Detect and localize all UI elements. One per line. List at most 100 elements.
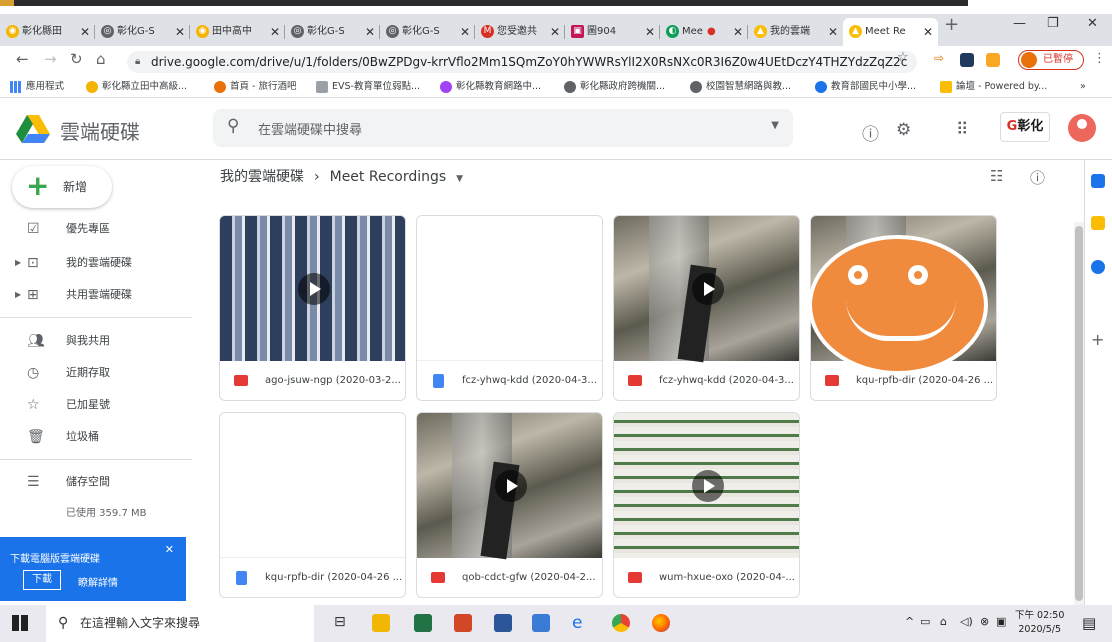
back-icon[interactable]: ← xyxy=(16,50,29,68)
file-card[interactable]: wum-hxue-oxo (2020-04-... xyxy=(613,412,800,598)
file-card[interactable]: qob-cdct-gfw (2020-04-2... xyxy=(416,412,603,598)
folder-menu-icon[interactable]: ▼ xyxy=(456,174,463,184)
input-method-icon[interactable]: ▣ xyxy=(996,615,1006,628)
nav-storage[interactable]: ☰ 儲存空間 xyxy=(0,468,205,496)
bookmark-apps[interactable]: 應用程式 xyxy=(10,80,64,94)
expand-arrow-icon[interactable]: ▶ xyxy=(15,281,21,309)
list-view-icon[interactable]: ☷ xyxy=(990,167,1003,185)
reload-icon[interactable]: ↻ xyxy=(70,50,83,68)
bookmark-item[interactable]: 教育部國民中小學... xyxy=(815,80,916,94)
file-explorer-icon[interactable] xyxy=(372,614,390,632)
edge-icon[interactable]: e xyxy=(572,614,590,632)
bookmark-star-icon[interactable]: ☆ xyxy=(897,50,909,65)
tray-overflow-icon[interactable]: ^ xyxy=(905,615,914,628)
new-tab-button[interactable]: + xyxy=(944,14,959,35)
drive-brand[interactable]: 雲端硬碟 xyxy=(60,116,140,145)
browser-tab[interactable]: M 您受邀共 ✕ xyxy=(475,18,565,46)
close-window-icon[interactable]: ✕ xyxy=(1087,16,1098,31)
close-tab-icon[interactable]: ✕ xyxy=(828,18,838,46)
restore-icon[interactable]: ❐ xyxy=(1047,16,1059,31)
google-apps-icon[interactable]: ⠿ xyxy=(956,120,968,140)
excel-icon[interactable] xyxy=(414,614,432,632)
browser-tab[interactable]: ◎ 彰化G-S ✕ xyxy=(285,18,380,46)
file-card[interactable]: ago-jsuw-ngp (2020-03-2... xyxy=(219,215,406,401)
drive-logo-icon[interactable] xyxy=(16,115,50,143)
settings-gear-icon[interactable]: ⚙ xyxy=(896,120,911,140)
breadcrumb-root[interactable]: 我的雲端硬碟 xyxy=(220,169,304,185)
bookmarks-overflow-icon[interactable]: » xyxy=(1080,80,1086,94)
new-button[interactable]: + 新增 xyxy=(12,166,112,208)
nav-starred[interactable]: ☆ 已加星號 xyxy=(0,391,205,419)
drive-search-bar[interactable]: ⚲ 在雲端硬碟中搜尋 ▼ xyxy=(213,109,793,147)
browser-tab[interactable]: ▲ 我的雲端 ✕ xyxy=(748,18,843,46)
browser-tab[interactable]: ▣ 圖904 ✕ xyxy=(565,18,660,46)
browser-tab[interactable]: ◎ 彰化G-S ✕ xyxy=(95,18,190,46)
word-icon[interactable] xyxy=(494,614,512,632)
bookmark-item[interactable]: 彰化縣政府跨機關... xyxy=(564,80,665,94)
search-options-icon[interactable]: ▼ xyxy=(771,120,779,131)
nav-shared-with-me[interactable]: 👥︎ 與我共用 xyxy=(0,327,205,355)
bookmark-item[interactable]: 彰化縣立田中高級... xyxy=(86,80,187,94)
browser-tab-active[interactable]: ▲ Meet Re ✕ xyxy=(843,18,938,46)
browser-menu-icon[interactable]: ⋮ xyxy=(1093,51,1106,66)
close-promo-icon[interactable]: ✕ xyxy=(165,543,174,556)
details-info-icon[interactable]: ⓘ xyxy=(1030,167,1045,188)
bookmark-item[interactable]: 首頁 - 旅行酒吧 xyxy=(214,80,296,94)
taskbar-clock[interactable]: 下午 02:50 2020/5/5 xyxy=(1015,609,1064,637)
nav-my-drive[interactable]: ▶ ⊡ 我的雲端硬碟 xyxy=(0,249,205,277)
home-icon[interactable]: ⌂ xyxy=(96,50,106,68)
breadcrumb-current[interactable]: Meet Recordings xyxy=(330,169,447,185)
bookmark-item[interactable]: 校園智慧網路與教... xyxy=(690,80,791,94)
tasks-icon[interactable] xyxy=(1091,260,1105,274)
file-card[interactable]: kqu-rpfb-dir (2020-04-26 ... xyxy=(219,412,406,598)
extension-icon[interactable] xyxy=(960,53,974,67)
minimize-icon[interactable]: — xyxy=(1013,16,1026,31)
close-tab-icon[interactable]: ✕ xyxy=(175,18,185,46)
file-card[interactable]: fcz-yhwq-kdd (2020-04-3... xyxy=(416,215,603,401)
browser-tab[interactable]: ◉ 彰化縣田 ✕ xyxy=(0,18,95,46)
learn-more-link[interactable]: 瞭解詳情 xyxy=(78,574,118,589)
bookmark-item[interactable]: 彰化縣教育網路中... xyxy=(440,80,541,94)
close-tab-icon[interactable]: ✕ xyxy=(645,18,655,46)
close-tab-icon[interactable]: ✕ xyxy=(550,18,560,46)
firefox-icon[interactable] xyxy=(652,614,670,632)
nav-shared-drives[interactable]: ▶ ⊞ 共用雲端硬碟 xyxy=(0,281,205,309)
extension-icon[interactable]: ⇨ xyxy=(934,51,948,65)
close-tab-icon[interactable]: ✕ xyxy=(460,18,470,46)
account-avatar[interactable] xyxy=(1068,114,1096,142)
close-tab-icon[interactable]: ✕ xyxy=(365,18,375,46)
windows-start-icon[interactable] xyxy=(12,615,28,631)
volume-icon[interactable]: ◁) xyxy=(960,615,973,628)
task-view-icon[interactable]: ⊟ xyxy=(334,614,352,632)
battery-icon[interactable]: ▭ xyxy=(920,615,930,628)
file-card[interactable]: fcz-yhwq-kdd (2020-04-3... xyxy=(613,215,800,401)
calendar-icon[interactable] xyxy=(1091,174,1105,188)
chrome-icon[interactable] xyxy=(612,614,630,632)
bookmark-item[interactable]: 論壇 - Powered by... xyxy=(940,80,1047,94)
browser-tab[interactable]: ◐ Mee ● ✕ xyxy=(660,18,748,46)
nav-trash[interactable]: 🗑︎ 垃圾桶 xyxy=(0,423,205,451)
download-button[interactable]: 下載 xyxy=(23,570,61,590)
close-tab-icon[interactable]: ✕ xyxy=(80,18,90,46)
close-tab-icon[interactable]: ✕ xyxy=(270,18,280,46)
search-icon[interactable]: ⚲ xyxy=(227,116,239,136)
action-center-icon[interactable]: ▤ xyxy=(1082,614,1096,632)
search-input[interactable]: 在雲端硬碟中搜尋 xyxy=(258,119,362,138)
add-addon-icon[interactable]: + xyxy=(1091,330,1104,349)
app-icon[interactable] xyxy=(532,614,550,632)
keep-icon[interactable] xyxy=(1091,216,1105,230)
help-icon[interactable]: ⓘ xyxy=(862,120,879,145)
gsuite-logo[interactable]: G彰化 xyxy=(1000,112,1050,142)
forward-icon[interactable]: → xyxy=(44,50,57,68)
nav-priority[interactable]: ☑ 優先專區 xyxy=(0,215,205,243)
notification-status-icon[interactable]: ⊗ xyxy=(980,615,989,628)
profile-paused-button[interactable]: 已暫停 xyxy=(1018,50,1084,70)
browser-tab[interactable]: ◎ 彰化G-S ✕ xyxy=(380,18,475,46)
expand-arrow-icon[interactable]: ▶ xyxy=(15,249,21,277)
powerpoint-icon[interactable] xyxy=(454,614,472,632)
network-icon[interactable]: ⌂ xyxy=(940,615,947,628)
bookmark-item[interactable]: EVS-教育單位弱點... xyxy=(316,80,420,94)
close-tab-icon[interactable]: ✕ xyxy=(733,18,743,46)
browser-tab[interactable]: ◉ 田中高中 ✕ xyxy=(190,18,285,46)
nav-recent[interactable]: ◷ 近期存取 xyxy=(0,359,205,387)
